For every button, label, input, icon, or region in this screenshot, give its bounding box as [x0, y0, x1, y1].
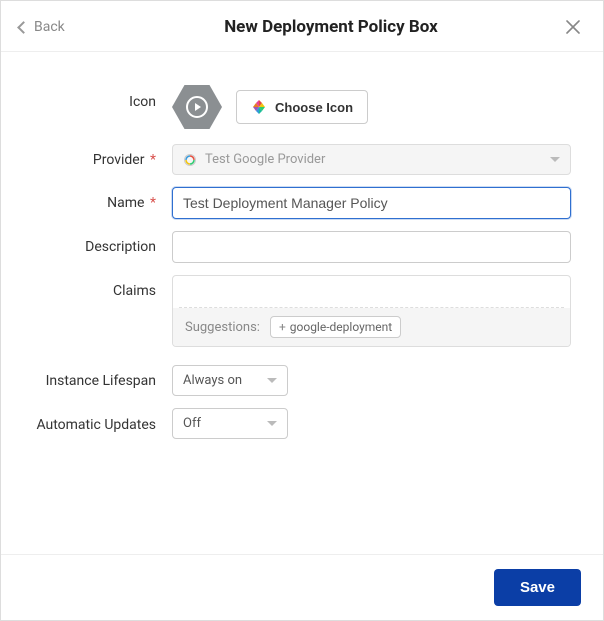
required-mark: *	[150, 152, 156, 168]
row-icon: Icon	[17, 82, 571, 132]
suggestion-chip-label: google-deployment	[290, 320, 392, 334]
play-circle-icon	[184, 94, 210, 120]
label-provider: Provider *	[17, 144, 172, 168]
provider-value: Test Google Provider	[205, 152, 325, 167]
label-icon: Icon	[17, 82, 172, 110]
dialog-header: Back New Deployment Policy Box	[1, 1, 603, 52]
back-label: Back	[34, 19, 65, 35]
chevron-down-icon	[267, 421, 277, 426]
lifespan-select[interactable]: Always on	[172, 365, 288, 396]
claims-box: Suggestions: + google-deployment	[172, 275, 571, 347]
name-input[interactable]	[172, 187, 571, 219]
row-claims: Claims Suggestions: + google-deployment	[17, 275, 571, 347]
policy-icon-preview	[172, 82, 222, 132]
row-lifespan: Instance Lifespan Always on	[17, 365, 571, 396]
chevron-left-icon	[17, 21, 30, 34]
chevron-down-icon	[550, 157, 560, 162]
lifespan-value: Always on	[183, 373, 242, 388]
label-description: Description	[17, 231, 172, 255]
row-updates: Automatic Updates Off	[17, 408, 571, 439]
close-button[interactable]	[563, 17, 583, 37]
choose-icon-button[interactable]: Choose Icon	[236, 90, 368, 124]
row-description: Description	[17, 231, 571, 263]
description-input[interactable]	[172, 231, 571, 263]
new-deployment-policy-dialog: Back New Deployment Policy Box Icon	[0, 0, 604, 621]
choose-icon-label: Choose Icon	[275, 100, 353, 115]
updates-select[interactable]: Off	[172, 408, 288, 439]
dialog-title: New Deployment Policy Box	[99, 17, 563, 37]
row-name: Name *	[17, 187, 571, 219]
required-mark: *	[150, 195, 156, 211]
label-claims: Claims	[17, 275, 172, 299]
label-updates: Automatic Updates	[17, 408, 172, 434]
row-provider: Provider *	[17, 144, 571, 175]
label-lifespan: Instance Lifespan	[17, 365, 172, 389]
label-name: Name *	[17, 187, 172, 211]
close-icon	[566, 20, 580, 34]
google-provider-icon	[183, 153, 197, 167]
back-button[interactable]: Back	[19, 19, 99, 35]
suggestions-label: Suggestions:	[185, 320, 260, 335]
save-button[interactable]: Save	[494, 569, 581, 606]
claims-suggestions: Suggestions: + google-deployment	[173, 308, 570, 346]
color-wheel-icon	[251, 99, 267, 115]
save-label: Save	[520, 579, 555, 596]
claims-input[interactable]	[179, 280, 564, 308]
plus-icon: +	[279, 320, 286, 334]
dialog-body: Icon	[1, 52, 603, 554]
provider-select[interactable]: Test Google Provider	[172, 144, 571, 175]
dialog-footer: Save	[1, 554, 603, 620]
chevron-down-icon	[267, 378, 277, 383]
suggestion-chip[interactable]: + google-deployment	[270, 316, 401, 338]
updates-value: Off	[183, 416, 201, 431]
